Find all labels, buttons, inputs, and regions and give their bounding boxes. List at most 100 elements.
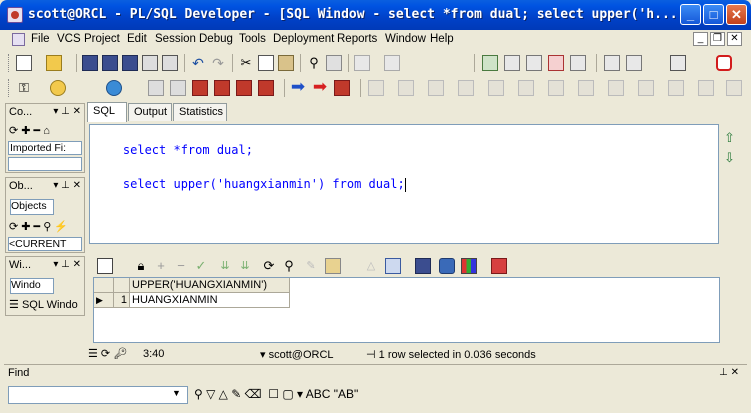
maximize-button[interactable]: □: [703, 4, 724, 25]
toggle-icon[interactable]: [258, 80, 274, 96]
break-icon[interactable]: [148, 80, 164, 96]
find-icon[interactable]: ⚲: [281, 258, 297, 274]
debug-step-7-icon[interactable]: [548, 80, 564, 96]
find-binoculars-icon[interactable]: ⚲: [306, 55, 322, 71]
pin-icon-3[interactable]: ▾ ⊥ ✕: [53, 257, 81, 273]
explain-icon[interactable]: [236, 80, 252, 96]
debug-step-9-icon[interactable]: [608, 80, 624, 96]
tab-output[interactable]: Output: [128, 103, 172, 121]
toolbar-grip-2[interactable]: [8, 79, 11, 97]
objects-tab[interactable]: Objects: [10, 199, 54, 215]
tab-sql[interactable]: SQL: [87, 102, 127, 122]
stop-icon[interactable]: [334, 80, 350, 96]
debug-step-1-icon[interactable]: [368, 80, 384, 96]
debug-step-4-icon[interactable]: [458, 80, 474, 96]
pin-icon-2[interactable]: ▾ ⊥ ✕: [53, 178, 81, 194]
print-icon[interactable]: [142, 55, 158, 71]
menu-edit[interactable]: Edit: [127, 33, 147, 45]
gear-icon[interactable]: [50, 80, 66, 96]
debug-step-3-icon[interactable]: [428, 80, 444, 96]
refresh-icon[interactable]: ⟳: [261, 258, 277, 274]
menu-reports[interactable]: Reports: [337, 33, 377, 45]
pin-icon[interactable]: ▾ ⊥ ✕: [53, 104, 81, 120]
connector-icon[interactable]: [385, 258, 401, 274]
menu-debug[interactable]: Debug: [199, 33, 233, 45]
menu-help[interactable]: Help: [430, 33, 454, 45]
options-icon[interactable]: [626, 55, 642, 71]
undo-icon[interactable]: ↶: [190, 55, 206, 71]
key-icon[interactable]: ⚿: [16, 80, 32, 96]
query-by-example-icon[interactable]: [325, 258, 341, 274]
clear-filter-icon[interactable]: ✎: [303, 258, 319, 274]
menu-window[interactable]: Window: [385, 33, 426, 45]
last-page-icon[interactable]: ⇊: [237, 258, 253, 274]
triangle-icon[interactable]: △: [363, 258, 379, 274]
result-cell[interactable]: HUANGXIANMIN: [130, 293, 290, 308]
debug-step-8-icon[interactable]: [578, 80, 594, 96]
window-list-item[interactable]: ☰ SQL Windo: [9, 298, 78, 311]
cut-icon[interactable]: ✂: [238, 55, 254, 71]
mdi-close-button[interactable]: ✕: [727, 32, 742, 46]
debug-step-11-icon[interactable]: [668, 80, 684, 96]
debug-step-12-icon[interactable]: [698, 80, 714, 96]
minimize-button[interactable]: _: [680, 4, 701, 25]
comment-icon[interactable]: [504, 55, 520, 71]
add-row-icon[interactable]: +: [153, 258, 169, 274]
find-input[interactable]: [8, 386, 188, 404]
imported-scroll[interactable]: [8, 157, 82, 171]
panel-toolbar-icons[interactable]: ⟳ ✚ ━ ⌂: [9, 124, 50, 137]
new-icon[interactable]: [16, 55, 32, 71]
sql-editor[interactable]: select *from dual; select upper('huangxi…: [89, 124, 719, 244]
menu-project[interactable]: Project: [84, 33, 120, 45]
table-export-icon[interactable]: [491, 258, 507, 274]
export-save-icon[interactable]: [415, 258, 431, 274]
mdi-restore-button[interactable]: ❐: [710, 32, 725, 46]
find-bar-pins[interactable]: ⊥ ✕: [719, 367, 739, 378]
save-all-icon[interactable]: [122, 55, 138, 71]
execute-icon[interactable]: [106, 80, 122, 96]
debug-step-10-icon[interactable]: [638, 80, 654, 96]
rollback-icon[interactable]: [214, 80, 230, 96]
nav-down-icon[interactable]: ⇩: [724, 150, 735, 166]
print-setup-icon[interactable]: [162, 55, 178, 71]
window-list-icon[interactable]: [670, 55, 686, 71]
menu-vcs[interactable]: VCS: [57, 33, 81, 45]
grid-select-icon[interactable]: [97, 258, 113, 274]
toolbar-grip[interactable]: [8, 54, 11, 72]
app-icon[interactable]: [7, 7, 23, 23]
tab-statistics[interactable]: Statistics: [173, 103, 227, 121]
format-icon[interactable]: [570, 55, 586, 71]
oracle-icon[interactable]: [716, 55, 732, 71]
chart-icon[interactable]: [461, 258, 477, 274]
check-icon[interactable]: [482, 55, 498, 71]
arrow-right-blue-icon[interactable]: ➡: [290, 78, 306, 96]
save-icon[interactable]: [82, 55, 98, 71]
objects-toolbar-icons[interactable]: ⟳ ✚ ━ ⚲ ⚡: [9, 220, 68, 233]
close-button[interactable]: ✕: [726, 4, 747, 25]
open-icon[interactable]: [46, 55, 62, 71]
uncomment-icon[interactable]: [526, 55, 542, 71]
nav-up-icon[interactable]: ⇧: [724, 130, 735, 146]
clear-icon[interactable]: [548, 55, 564, 71]
current-user-select[interactable]: <CURRENT: [8, 237, 82, 251]
debug-step-2-icon[interactable]: [398, 80, 414, 96]
database-icon[interactable]: [439, 258, 455, 274]
paste-icon[interactable]: [278, 55, 294, 71]
windows-tab[interactable]: Windo: [10, 278, 54, 294]
chevron-down-icon[interactable]: ▼: [172, 388, 181, 398]
menu-file[interactable]: File: [31, 33, 50, 45]
menu-session[interactable]: Session: [155, 33, 196, 45]
beautifier-icon[interactable]: [604, 55, 620, 71]
status-connection[interactable]: ▾ scott@ORCL: [260, 348, 334, 361]
debug-step-5-icon[interactable]: [488, 80, 504, 96]
commit-icon[interactable]: [192, 80, 208, 96]
delete-row-icon[interactable]: −: [173, 258, 189, 274]
menu-tools[interactable]: Tools: [239, 33, 266, 45]
find-replace-icon[interactable]: [326, 55, 342, 71]
next-page-icon[interactable]: ⇊: [217, 258, 233, 274]
menu-deployment[interactable]: Deployment: [273, 33, 334, 45]
indent-icon[interactable]: [354, 55, 370, 71]
lock-icon[interactable]: 🔒︎: [133, 258, 149, 274]
results-grid[interactable]: UPPER('HUANGXIANMIN') ▶ 1 HUANGXIANMIN: [93, 277, 720, 343]
debug-step-6-icon[interactable]: [518, 80, 534, 96]
